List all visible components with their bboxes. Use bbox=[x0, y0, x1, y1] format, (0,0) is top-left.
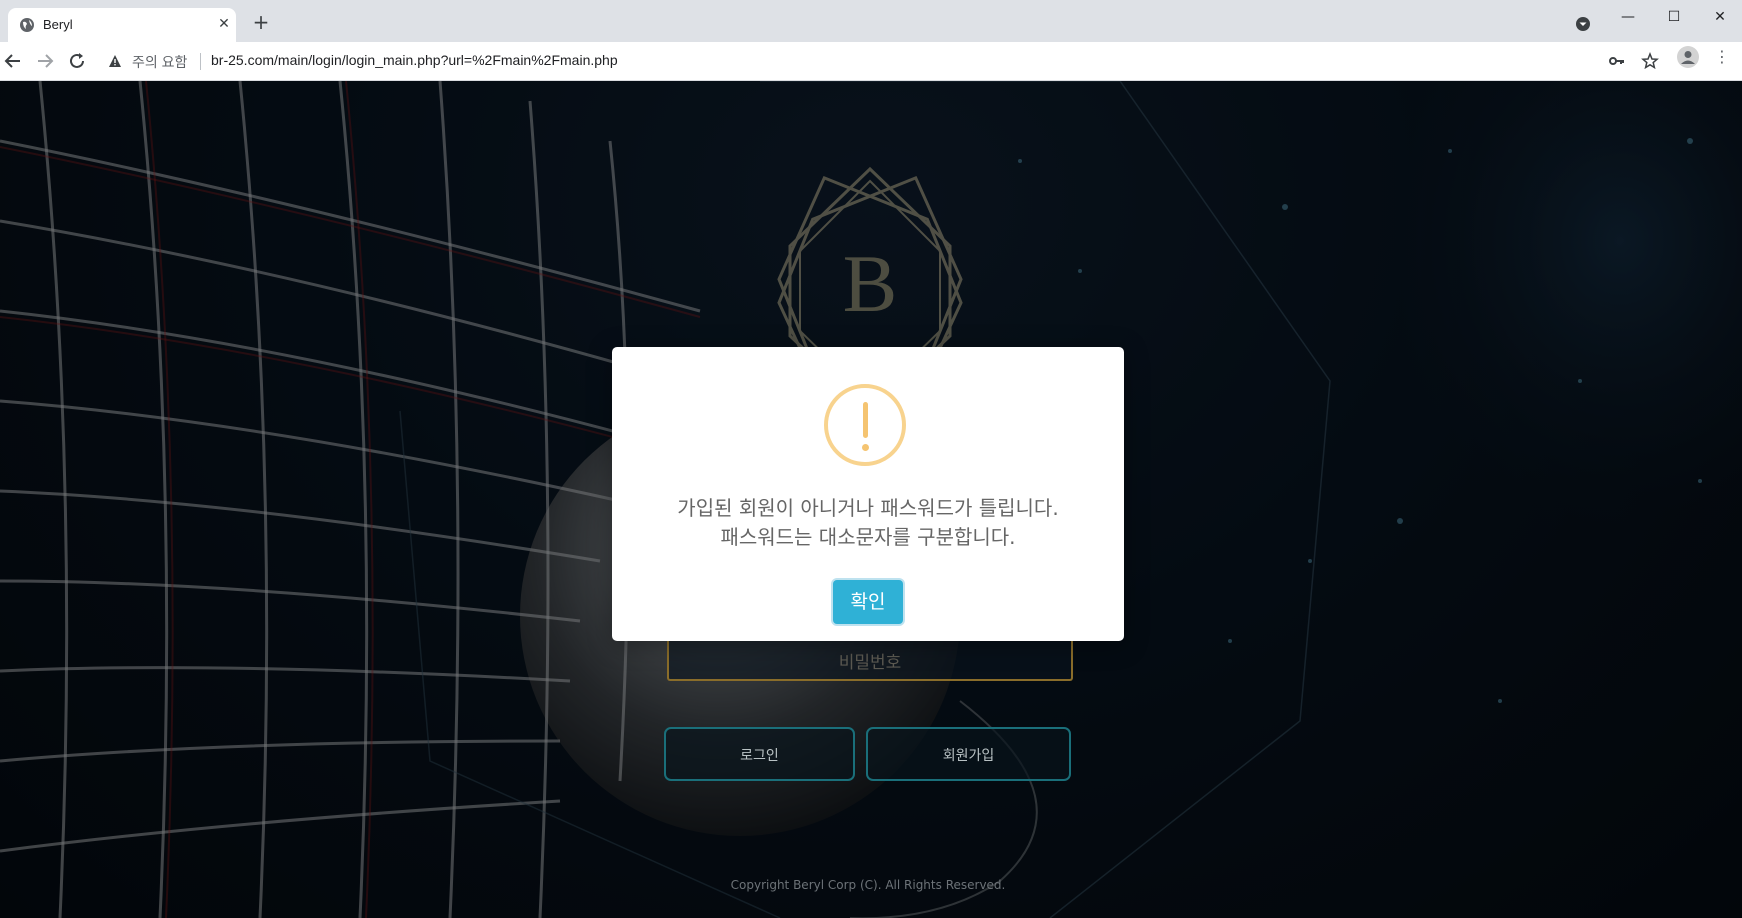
browser-toolbar: 주의 요함 br-25.com/main/login/login_main.ph… bbox=[0, 42, 1742, 81]
password-placeholder: 비밀번호 bbox=[838, 653, 902, 673]
back-icon[interactable] bbox=[2, 50, 24, 72]
login-button[interactable]: 로그인 bbox=[664, 727, 855, 781]
maximize-button[interactable]: ☐ bbox=[1654, 6, 1694, 28]
globe-icon bbox=[20, 18, 34, 32]
url-text[interactable]: br-25.com/main/login/login_main.php?url=… bbox=[211, 52, 618, 68]
tab-strip: Beryl ✕ + — ☐ ✕ bbox=[0, 0, 1742, 42]
security-label[interactable]: 주의 요함 bbox=[132, 52, 187, 72]
alert-message-line2: 패스워드는 대소문자를 구분합니다. bbox=[720, 525, 1016, 549]
reload-icon[interactable] bbox=[66, 50, 88, 72]
tab-search-icon[interactable] bbox=[1575, 16, 1591, 32]
password-input[interactable]: 비밀번호 bbox=[667, 641, 1073, 681]
browser-tab[interactable]: Beryl ✕ bbox=[8, 8, 236, 42]
alert-message-line1: 가입된 회원이 아니거나 패스워드가 틀립니다. bbox=[677, 496, 1059, 520]
omnibox-divider bbox=[200, 53, 201, 70]
confirm-button[interactable]: 확인 bbox=[833, 580, 903, 624]
tab-close-icon[interactable]: ✕ bbox=[214, 14, 234, 34]
warning-icon[interactable] bbox=[108, 54, 122, 68]
forward-icon[interactable] bbox=[34, 50, 56, 72]
alert-dialog: 가입된 회원이 아니거나 패스워드가 틀립니다. 패스워드는 대소문자를 구분합… bbox=[612, 347, 1124, 641]
profile-icon[interactable] bbox=[1677, 46, 1699, 68]
tab-title: Beryl bbox=[43, 17, 73, 32]
new-tab-button[interactable]: + bbox=[250, 12, 272, 34]
signup-button[interactable]: 회원가입 bbox=[866, 727, 1071, 781]
star-icon[interactable] bbox=[1641, 52, 1659, 70]
minimize-button[interactable]: — bbox=[1608, 6, 1648, 28]
close-window-button[interactable]: ✕ bbox=[1700, 6, 1740, 28]
key-icon[interactable] bbox=[1608, 52, 1626, 70]
copyright-text: Copyright Beryl Corp (C). All Rights Res… bbox=[730, 878, 1006, 892]
address-bar[interactable]: 주의 요함 br-25.com/main/login/login_main.ph… bbox=[100, 46, 1720, 76]
exclamation-icon bbox=[824, 384, 906, 466]
browser-menu-button[interactable]: ⋮ bbox=[1714, 45, 1730, 69]
